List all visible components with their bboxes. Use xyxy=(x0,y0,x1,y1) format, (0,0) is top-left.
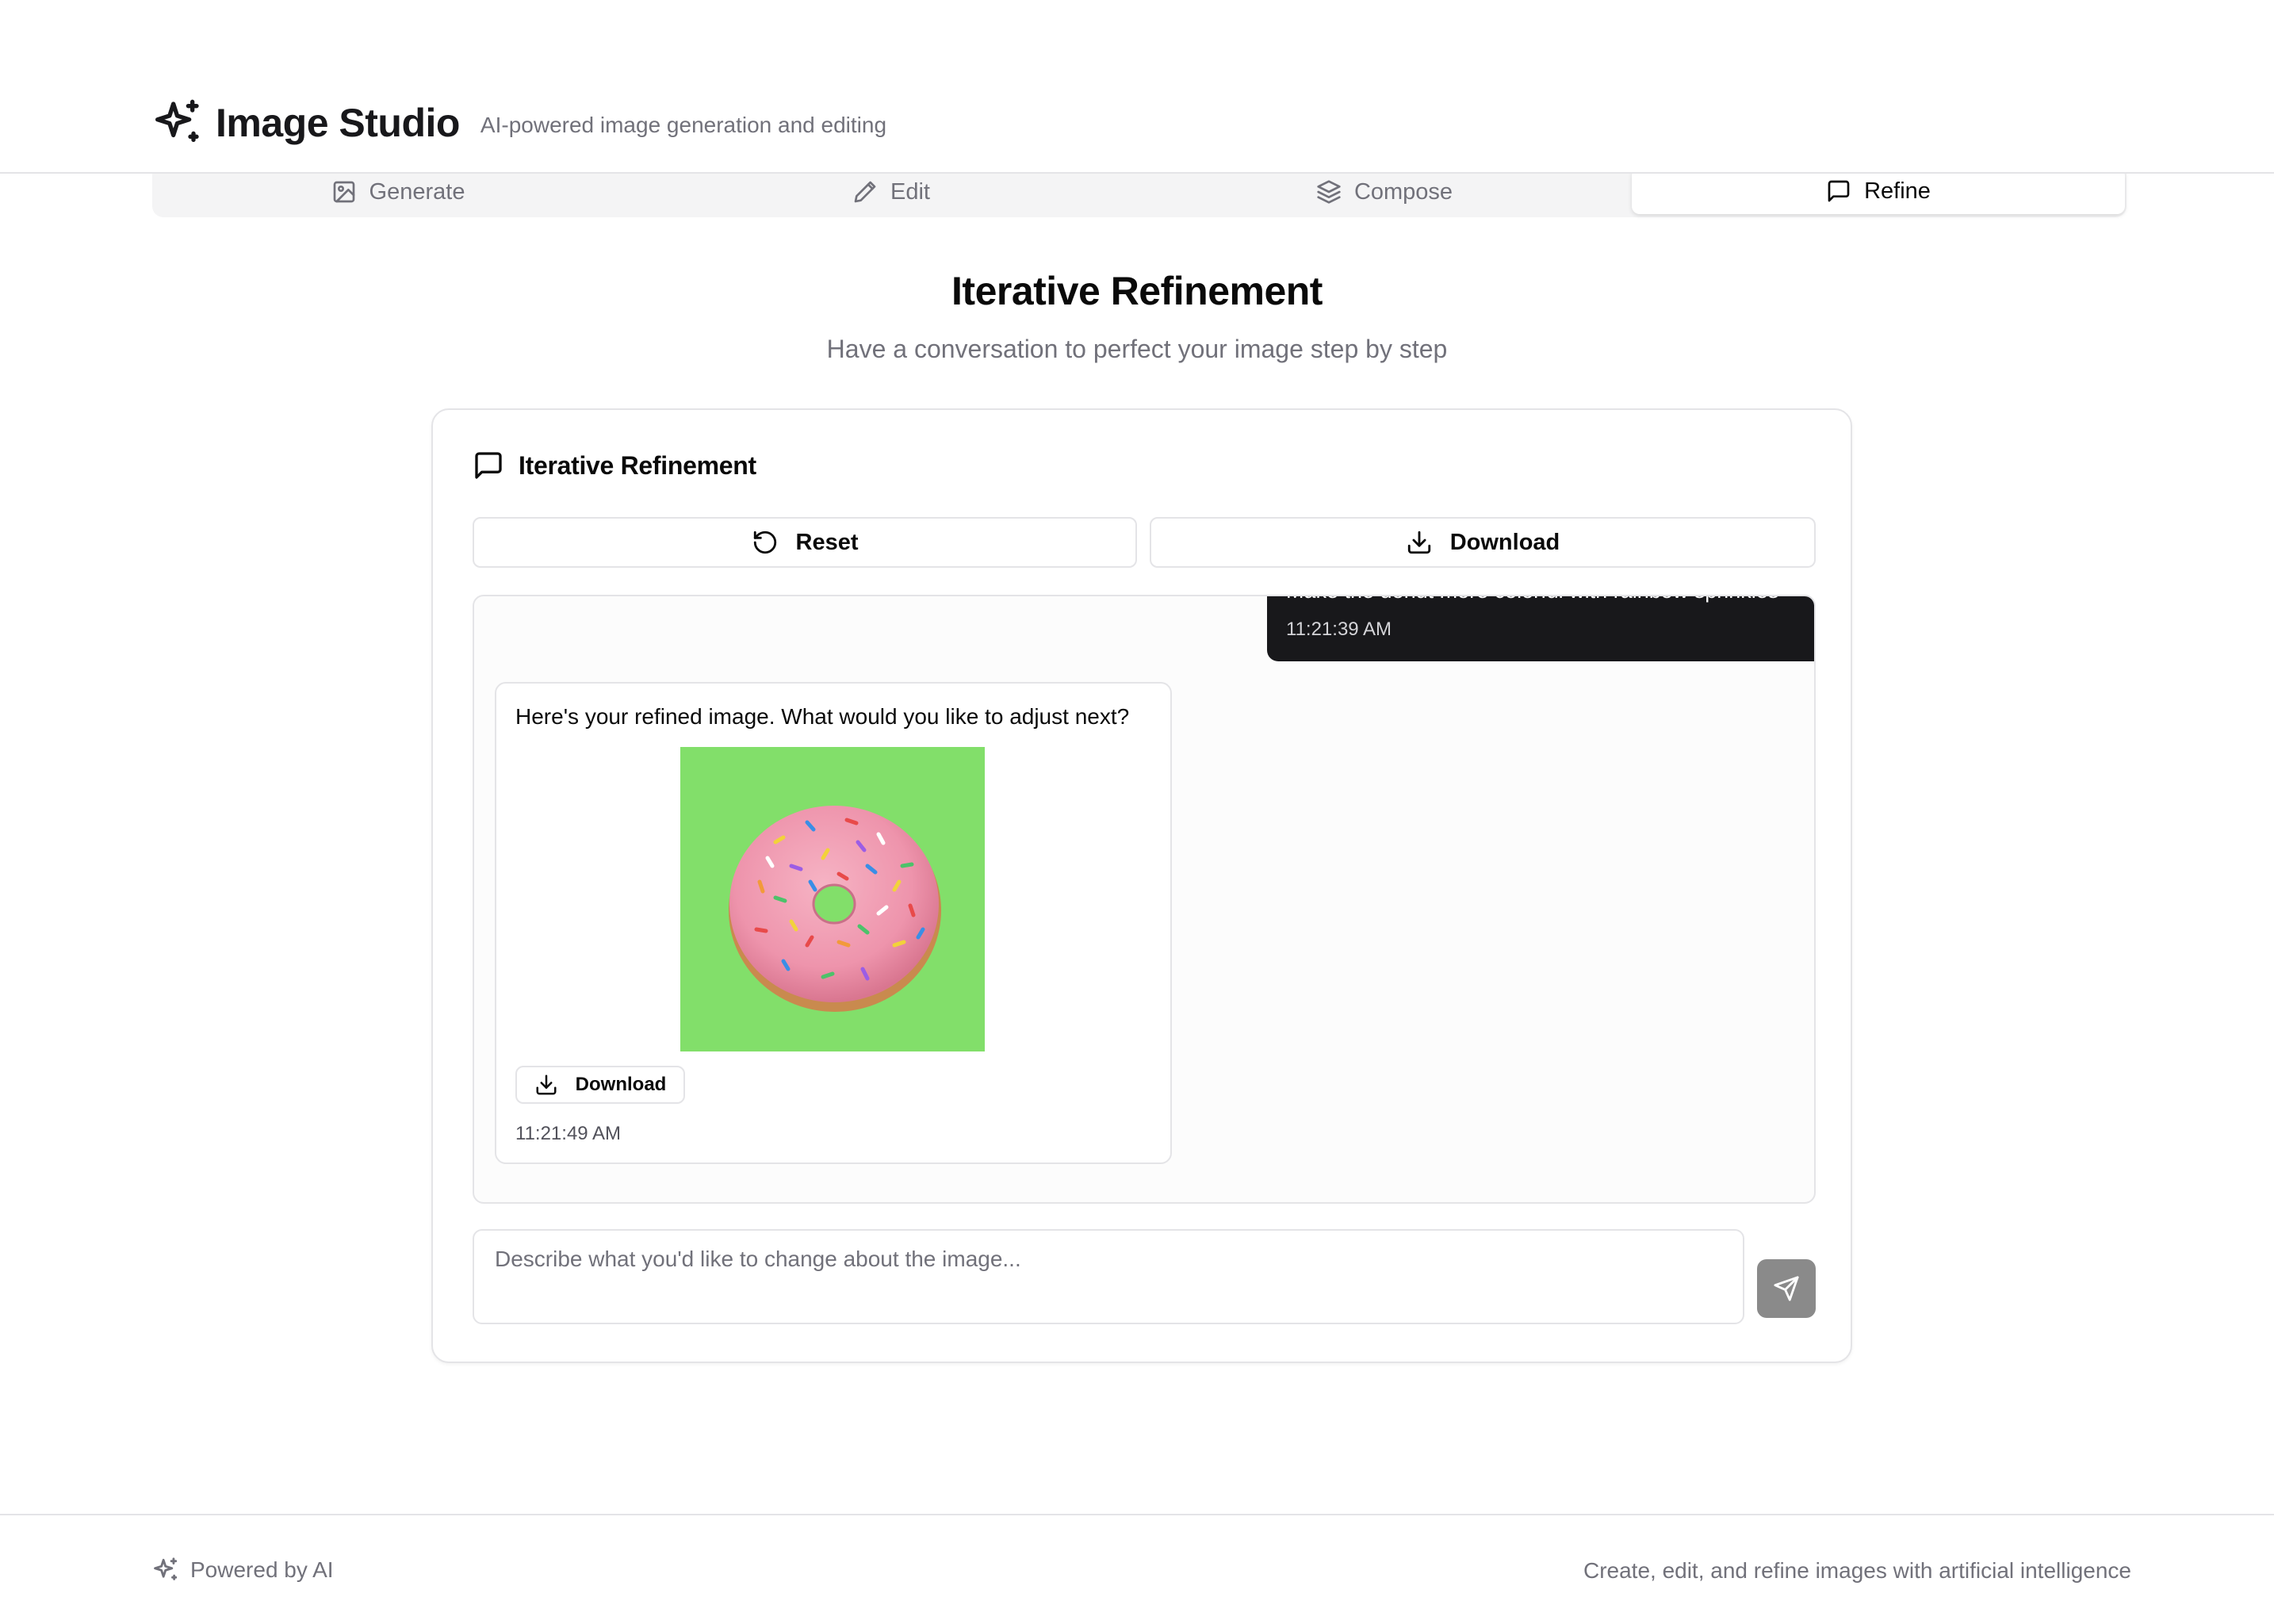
pencil-icon xyxy=(854,181,876,203)
download-icon xyxy=(536,1074,557,1095)
reset-button[interactable]: Reset xyxy=(473,517,1137,568)
message-square-icon xyxy=(1828,180,1850,202)
assistant-message-time: 11:21:49 AM xyxy=(515,1123,621,1144)
card-header: Iterative Refinement xyxy=(473,450,756,481)
card-title: Iterative Refinement xyxy=(519,450,756,480)
message-square-icon xyxy=(475,452,502,479)
refinement-card: Iterative Refinement Reset Download Make… xyxy=(431,408,1852,1363)
rotate-ccw-icon xyxy=(753,530,776,554)
tab-label: Refine xyxy=(1864,178,1931,204)
chat-history[interactable]: Make the donut more colorful with rainbo… xyxy=(473,595,1816,1204)
reset-label: Reset xyxy=(795,529,859,555)
user-message: Make the donut more colorful with rainbo… xyxy=(1267,596,1814,661)
app-subtitle: AI-powered image generation and editing xyxy=(480,113,887,137)
app-header: Image Studio AI-powered image generation… xyxy=(0,0,2274,174)
assistant-message: Here's your refined image. What would yo… xyxy=(495,682,1172,1164)
app-footer: Powered by AI Create, edit, and refine i… xyxy=(0,1514,2274,1624)
image-download-label: Download xyxy=(575,1074,667,1095)
layers-icon xyxy=(1317,180,1341,204)
refine-prompt-input[interactable] xyxy=(473,1229,1744,1324)
tab-label: Edit xyxy=(890,178,930,205)
download-label: Download xyxy=(1449,529,1560,555)
user-message-time: 11:21:39 AM xyxy=(1286,619,1392,640)
page-title: Iterative Refinement xyxy=(951,269,1323,313)
image-download-button[interactable]: Download xyxy=(515,1066,685,1104)
download-button[interactable]: Download xyxy=(1150,517,1816,568)
tab-generate[interactable]: Generate xyxy=(152,173,644,211)
footer-tagline: Create, edit, and refine images with art… xyxy=(1583,1558,2131,1583)
user-message-text: Make the donut more colorful with rainbo… xyxy=(1286,596,1814,603)
tab-refine[interactable]: Refine xyxy=(1632,168,2125,214)
send-button[interactable] xyxy=(1757,1259,1816,1318)
app-title: Image Studio xyxy=(216,101,460,145)
send-icon xyxy=(1774,1276,1799,1301)
tab-compose[interactable]: Compose xyxy=(1139,173,1630,211)
tab-label: Generate xyxy=(369,178,465,205)
tab-label: Compose xyxy=(1353,178,1453,205)
refined-image xyxy=(680,747,985,1051)
sparkles-icon xyxy=(155,99,199,142)
donut-illustration xyxy=(729,806,941,1012)
footer-powered-by: Powered by AI xyxy=(152,1557,334,1584)
assistant-message-text: Here's your refined image. What would yo… xyxy=(515,704,1130,729)
page-subtitle: Have a conversation to perfect your imag… xyxy=(826,335,1448,363)
tab-edit[interactable]: Edit xyxy=(645,173,1137,211)
download-icon xyxy=(1407,530,1430,554)
brand: Image Studio AI-powered image generation… xyxy=(152,95,886,151)
sparkles-icon xyxy=(154,1557,178,1580)
footer-left-text: Powered by AI xyxy=(190,1557,334,1582)
image-icon xyxy=(333,181,354,203)
